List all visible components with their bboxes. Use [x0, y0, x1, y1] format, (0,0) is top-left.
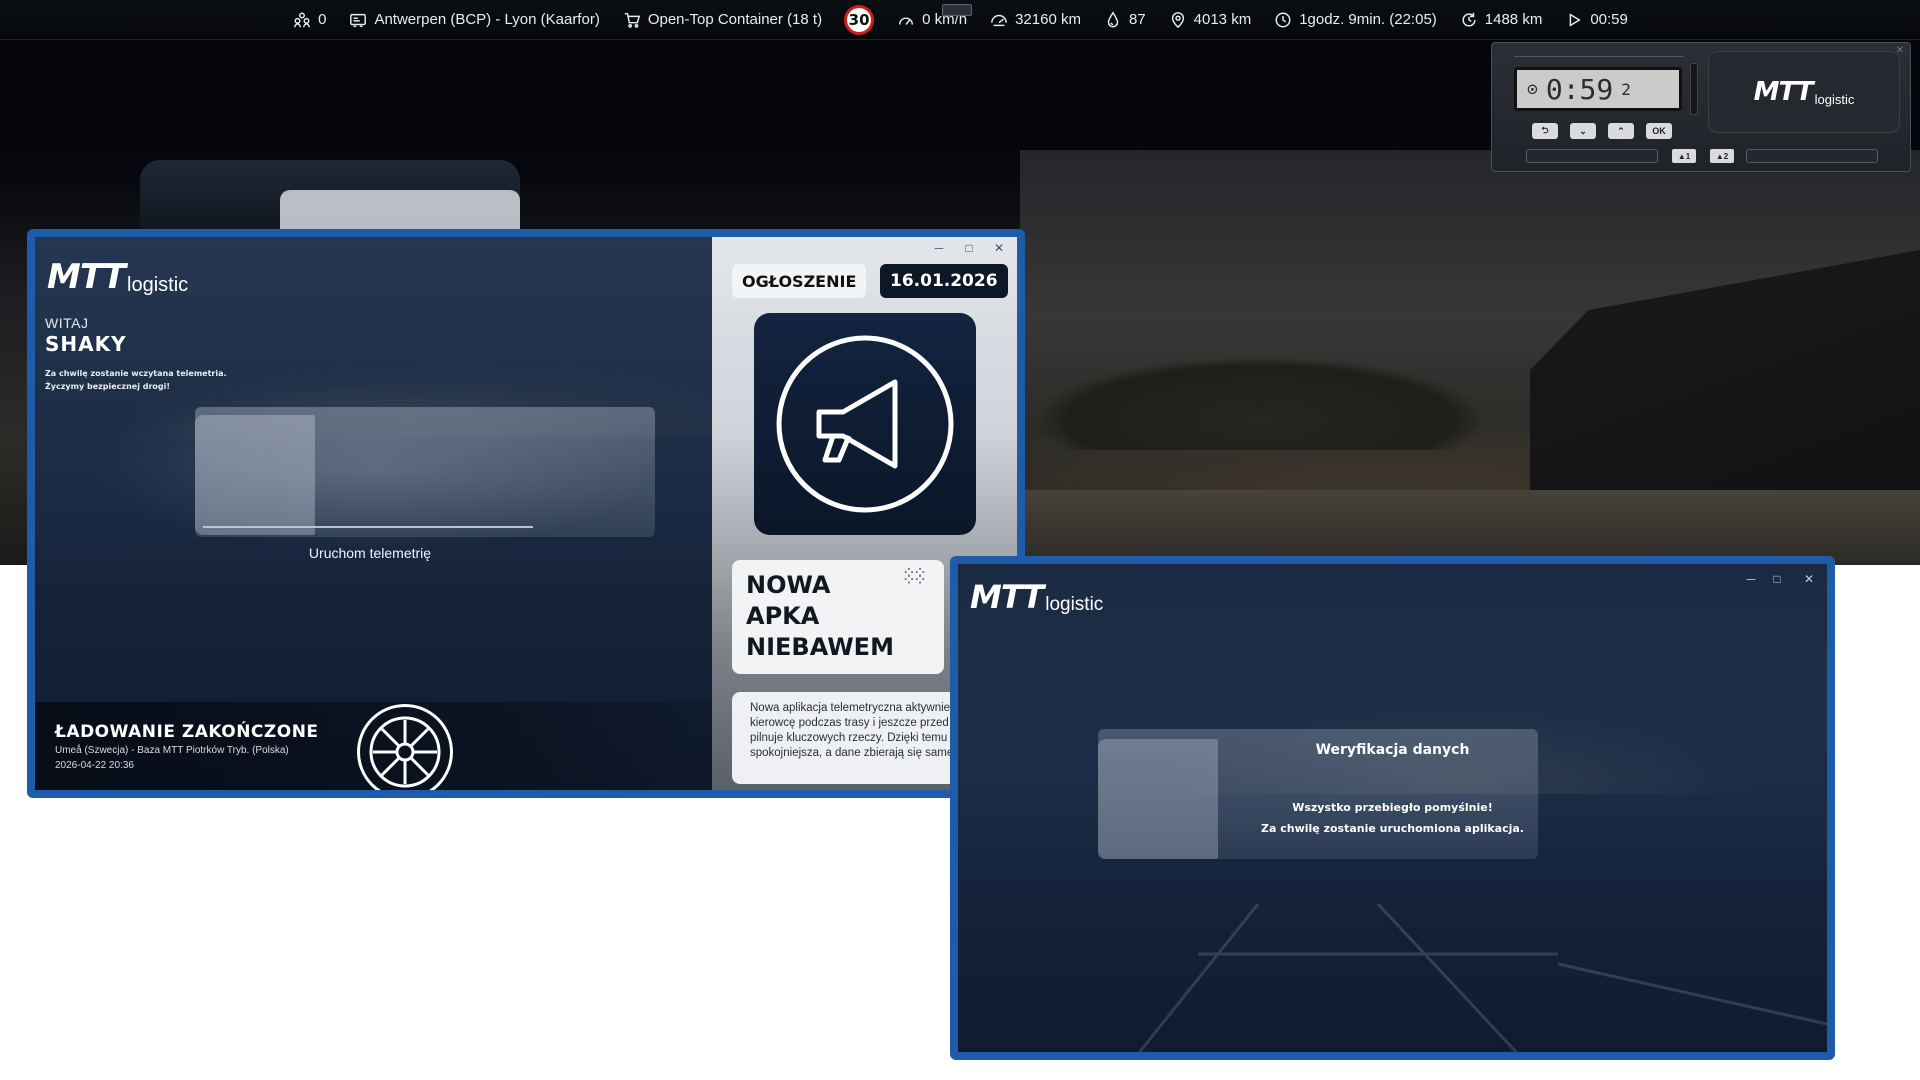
tacho-time: 0:59	[1545, 72, 1614, 106]
launcher-logo-sub: logistic	[127, 274, 189, 296]
launch-telemetry-button[interactable]: Uruchom telemetrię	[280, 545, 460, 565]
load-datetime: 2026-04-22 20:36	[55, 760, 134, 771]
tacho-logo: MTT logistic	[1754, 77, 1855, 107]
cart-icon	[622, 10, 642, 30]
verify-title: Weryfikacja danych	[1315, 742, 1470, 758]
announcement-heading-line3: NIEBAWEM	[746, 633, 894, 661]
tacho-close-icon[interactable]: ✕	[1896, 45, 1904, 56]
hud-route: Antwerpen (BCP) - Lyon (Kaarfor)	[348, 10, 600, 30]
tacho-back-button[interactable]: ⮌	[1532, 123, 1558, 139]
hud-eta: 1godz. 9min. (22:05)	[1273, 10, 1437, 30]
tacho-logo-mtt: MTT	[1753, 77, 1814, 107]
tacho-suffix: 2	[1621, 79, 1631, 99]
tacho-driving-icon: ⊙	[1527, 78, 1538, 100]
tacho-down-button[interactable]: ⌄	[1570, 123, 1596, 139]
verify-logo: MTT logistic	[970, 578, 1103, 616]
tacho-logo-panel: MTT logistic	[1708, 51, 1900, 133]
verify-message-line2: Za chwilę zostanie uruchomiona aplikacja…	[1261, 822, 1524, 835]
launcher-window: MTT logistic WITAJ SHAKY Za chwilę zosta…	[27, 229, 1025, 798]
close-icon[interactable]: ✕	[992, 241, 1006, 255]
tacho-header-strip	[1514, 49, 1684, 57]
clock-icon	[1273, 10, 1293, 30]
hud-fuel: 87	[1103, 10, 1146, 30]
megaphone-icon	[776, 335, 954, 513]
hud-odometer: 32160 km	[989, 10, 1081, 30]
verification-window: MTT logistic ─ □ ✕ Weryfikacja danych Ws…	[950, 556, 1835, 1060]
speed-limit-sign: 30	[844, 4, 875, 35]
maximize-icon[interactable]: □	[1770, 572, 1784, 586]
hud-cargo-text: Open-Top Container (18 t)	[647, 11, 823, 28]
announcement-date: 16.01.2026	[880, 264, 1008, 298]
load-route: Umeå (Szwecja) - Baza MTT Piotrków Tryb.…	[55, 745, 289, 756]
hud-distance-text: 4013 km	[1193, 11, 1252, 28]
minimize-icon[interactable]: ─	[932, 241, 946, 255]
verify-bg-parking-lines	[1137, 902, 1827, 1052]
range-refresh-icon	[1459, 10, 1479, 30]
hud-cargo: Open-Top Container (18 t)	[622, 10, 822, 30]
load-status-title: ŁADOWANIE ZAKOŃCZONE	[55, 722, 319, 742]
play-icon	[1564, 10, 1584, 30]
close-icon[interactable]: ✕	[1802, 572, 1816, 586]
announcement-icon-box	[754, 313, 976, 535]
user-name: SHAKY	[45, 332, 127, 356]
hud-eta-text: 1godz. 9min. (22:05)	[1299, 11, 1437, 28]
launcher-logo: MTT logistic	[47, 257, 188, 297]
odometer-icon	[989, 10, 1009, 30]
hud-range: 1488 km	[1459, 10, 1543, 30]
tacho-logo-sub: logistic	[1814, 92, 1855, 107]
verify-logo-mtt: MTT	[970, 578, 1044, 616]
tacho-display: ⊙ 0:59 2	[1514, 67, 1682, 111]
tacho-card-1[interactable]: ▲1	[1672, 149, 1696, 163]
route-card-icon	[348, 10, 368, 30]
hud-play-time-text: 00:59	[1590, 11, 1628, 28]
load-status-panel: ŁADOWANIE ZAKOŃCZONE Umeå (Szwecja) - Ba…	[35, 702, 712, 790]
launcher-main-panel: MTT logistic WITAJ SHAKY Za chwilę zosta…	[35, 237, 712, 790]
verify-message-line1: Wszystko przebiegło pomyślnie!	[1292, 801, 1493, 814]
drag-handle-icon[interactable]: ⁘⁘ ⁘⁘	[904, 567, 926, 586]
game-hill	[1020, 300, 1580, 450]
minimize-icon[interactable]: ─	[1744, 572, 1758, 586]
tacho-slot-right	[1746, 149, 1878, 163]
announcement-heading-line1: NOWA	[746, 571, 831, 599]
telemetry-progress-line	[203, 526, 533, 528]
hud-speed-limit: 30	[844, 4, 875, 35]
maximize-icon[interactable]: □	[962, 241, 976, 255]
tacho-up-button[interactable]: ⌃	[1608, 123, 1634, 139]
announcement-heading-line2: APKA	[746, 602, 820, 630]
verify-logo-sub: logistic	[1045, 594, 1104, 615]
hud-odometer-text: 32160 km	[1015, 11, 1081, 28]
hud-convoy: 0	[292, 10, 326, 30]
hud-distance: 4013 km	[1168, 10, 1252, 30]
tachograph-widget: ⊙ 0:59 2 ⮌ ⌄ ⌃ OK ▲1 ▲2 MTT logistic ✕	[1491, 42, 1911, 172]
convoy-icon	[292, 10, 312, 30]
speedometer-icon	[896, 10, 916, 30]
location-pin-icon	[1168, 10, 1188, 30]
hud-fuel-text: 87	[1128, 11, 1146, 28]
launcher-bg-truck-cab	[195, 415, 315, 535]
hud-convoy-count: 0	[318, 11, 327, 28]
tacho-card-2[interactable]: ▲2	[1710, 149, 1734, 163]
speed-gauge-indicator	[942, 4, 972, 16]
tacho-card-slot-vertical	[1690, 63, 1698, 115]
announcement-tag: OGŁOSZENIE	[732, 264, 867, 298]
game-road	[1020, 490, 1920, 565]
tacho-slot-left	[1526, 149, 1658, 163]
hud-route-text: Antwerpen (BCP) - Lyon (Kaarfor)	[374, 11, 600, 28]
telemetry-note-line1: Za chwilę zostanie wczytana telemetria.	[45, 369, 227, 378]
telemetry-note-line2: Życzymy bezpiecznej drogi!	[45, 382, 170, 391]
hud-range-text: 1488 km	[1484, 11, 1543, 28]
welcome-label: WITAJ	[45, 315, 89, 331]
fuel-drop-icon	[1103, 10, 1123, 30]
tacho-ok-button[interactable]: OK	[1646, 123, 1672, 139]
wheel-icon	[357, 704, 453, 790]
announcement-heading-card: ⁘⁘ ⁘⁘ NOWA APKA NIEBAWEM	[732, 560, 944, 674]
hud-play-time: 00:59	[1564, 10, 1628, 30]
launcher-logo-mtt: MTT	[47, 257, 126, 297]
